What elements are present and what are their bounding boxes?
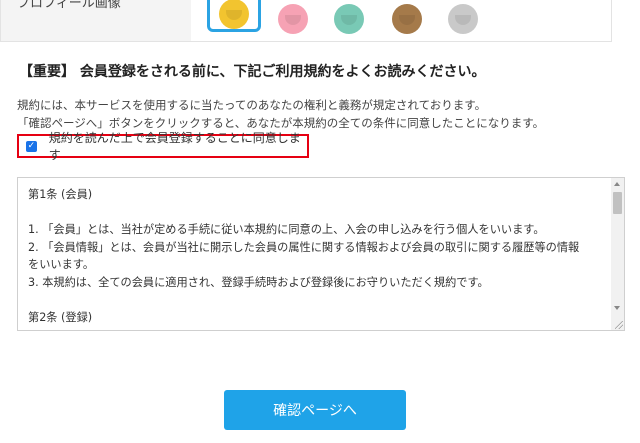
resize-grip-icon[interactable] [615,321,623,329]
agreement-checkbox[interactable]: ✓ [26,140,37,152]
confirm-page-button[interactable]: 確認ページへ [224,390,406,430]
avatar-option-boy[interactable] [325,0,373,34]
pink-girl-icon [278,4,308,34]
avatar-option-brown-hair-girl[interactable] [383,0,431,34]
profile-image-row: プロフィール画像 [0,0,612,42]
profile-label-cell: プロフィール画像 [1,0,191,41]
agreement-checkbox-row[interactable]: ✓ 規約を読んだ上で会員登録することに同意します [17,131,309,162]
profile-image-label: プロフィール画像 [17,0,121,11]
article1-item1: 1. 「会員」とは、当社が定める手続に従い本規約に同意の上、入会の申し込みを行う… [28,223,545,236]
yellow-character-icon [219,0,249,29]
terms-textarea[interactable]: 第1条 (会員) 1. 「会員」とは、当社が定める手続に従い本規約に同意の上、入… [17,177,625,331]
boy-icon [334,4,364,34]
avatar-option-yellow-character[interactable] [207,0,261,32]
terms-content: 第1条 (会員) 1. 「会員」とは、当社が定める手続に従い本規約に同意の上、入… [28,186,608,326]
gray-cat-icon [448,4,478,34]
important-notice-heading: 【重要】 会員登録をされる前に、下記ご利用規約をよくお読みください。 [19,64,486,80]
article1-title: 第1条 (会員) [28,188,93,201]
agreement-label: 規約を読んだ上で会員登録することに同意します [48,131,301,162]
article2-title: 第2条 (登録) [28,310,93,324]
terms-description-line1: 規約には、本サービスを使用するに当たってのあなたの権利と義務が規定されております… [17,98,487,112]
scroll-up-arrow-icon[interactable] [614,182,620,186]
article1-item2-cont: をいいます。 [28,258,95,271]
scroll-down-arrow-icon[interactable] [614,306,620,310]
article1-item3: 3. 本規約は、全ての会員に適用され、登録手続時および登録後にお守りいただく規約… [28,275,489,289]
avatar-option-gray-cat[interactable] [439,0,487,34]
avatar-option-pink-girl[interactable] [269,0,317,34]
brown-hair-girl-icon [392,4,422,34]
scroll-thumb[interactable] [613,192,622,214]
terms-scrollbar[interactable] [611,178,624,330]
article1-item2: 2. 「会員情報」とは、会員が当社に開示した会員の属性に関する情報および会員の取… [28,240,580,254]
